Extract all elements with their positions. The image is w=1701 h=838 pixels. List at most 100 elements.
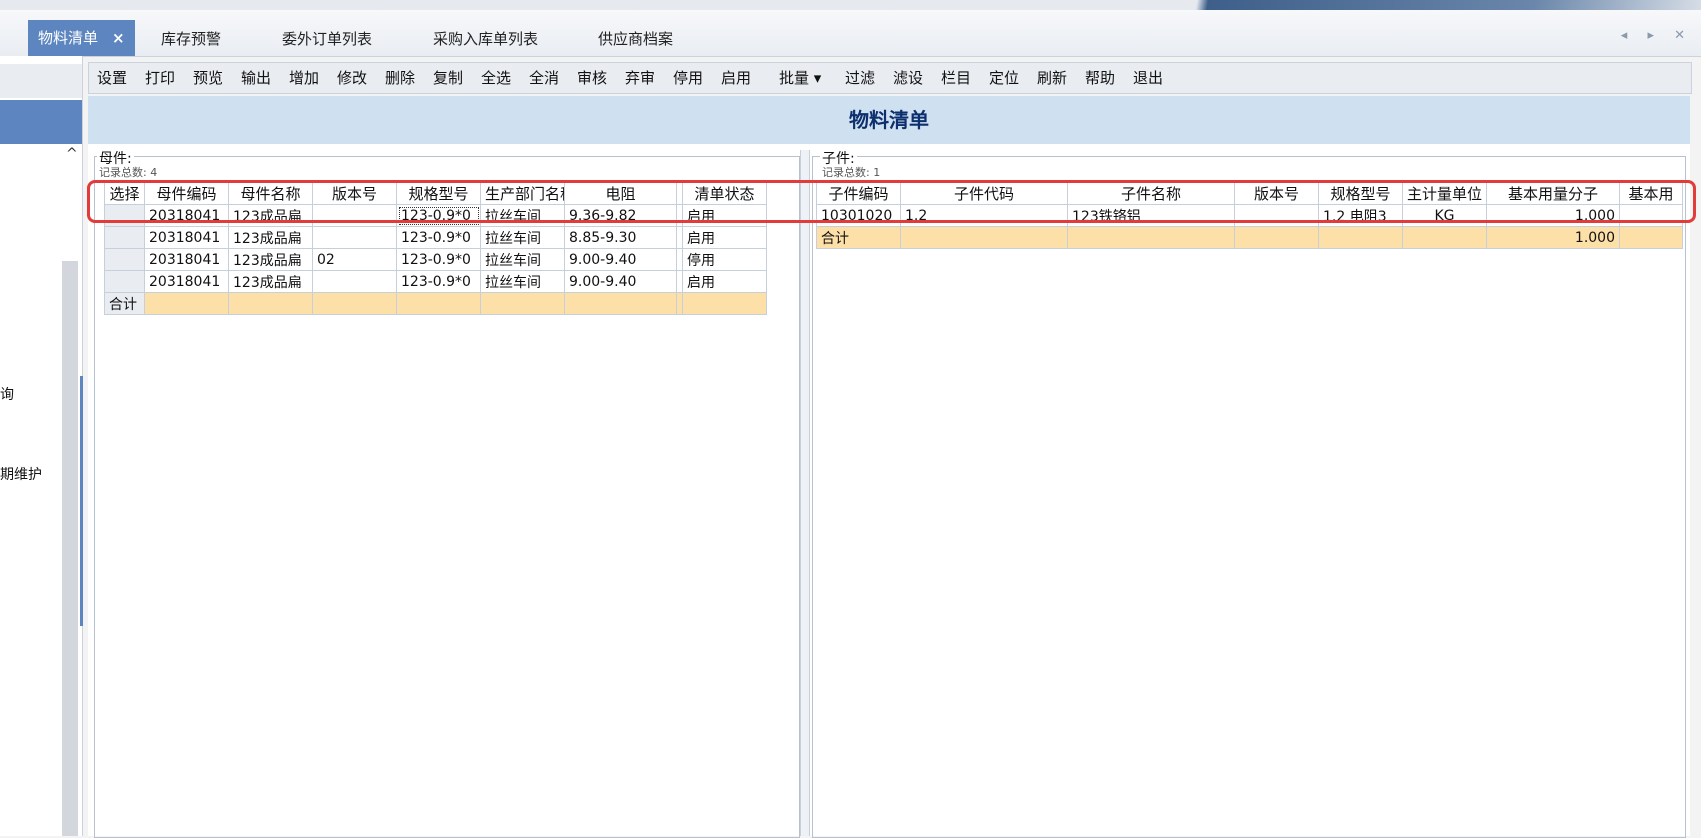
cell[interactable]: 20318041 xyxy=(144,204,229,227)
table-row[interactable]: 20318041 123成品扁 123-0.9*0 拉丝车间 9.36-9.82… xyxy=(104,204,767,227)
cell[interactable] xyxy=(312,270,397,293)
disable-button[interactable]: 停用 xyxy=(673,67,703,89)
scroll-up-icon[interactable]: ^ xyxy=(66,146,78,162)
cell[interactable]: 拉丝车间 xyxy=(480,248,565,271)
filter-button[interactable]: 过滤 xyxy=(845,67,875,89)
col-child-code[interactable]: 子件编码 xyxy=(816,182,901,205)
row-selector[interactable] xyxy=(104,204,145,227)
tab-inventory-warning[interactable]: 库存预警 xyxy=(161,22,221,56)
cell[interactable]: 20318041 xyxy=(144,248,229,271)
col-usage-numerator[interactable]: 基本用量分子 xyxy=(1486,182,1620,205)
cell[interactable]: 123-0.9*0 xyxy=(396,204,481,227)
col-parent-name[interactable]: 母件名称 xyxy=(228,182,313,205)
enable-button[interactable]: 启用 xyxy=(721,67,751,89)
col-usage-more[interactable]: 基本用 xyxy=(1619,182,1683,205)
cell[interactable]: 123成品扁 xyxy=(228,248,313,271)
pane-splitter[interactable] xyxy=(800,150,810,836)
col-unit[interactable]: 主计量单位 xyxy=(1402,182,1487,205)
cell[interactable]: 20318041 xyxy=(144,270,229,293)
col-parent-code[interactable]: 母件编码 xyxy=(144,182,229,205)
delete-button[interactable]: 删除 xyxy=(385,67,415,89)
nav-selected-band[interactable] xyxy=(0,100,82,144)
preview-button[interactable]: 预览 xyxy=(193,67,223,89)
tab-supplier-archive[interactable]: 供应商档案 xyxy=(598,22,673,56)
cell[interactable] xyxy=(312,204,397,227)
nav-item-period-maintenance[interactable]: 期维护 xyxy=(0,464,42,484)
col-resistance[interactable]: 电阻 xyxy=(564,182,677,205)
col-select[interactable]: 选择 xyxy=(104,182,145,205)
locate-button[interactable]: 定位 xyxy=(989,67,1019,89)
batch-dropdown-button[interactable]: 批量 ▾ xyxy=(779,67,821,89)
print-button[interactable]: 打印 xyxy=(145,67,175,89)
cell[interactable]: 9.36-9.82 xyxy=(564,204,677,227)
cell[interactable]: 拉丝车间 xyxy=(480,226,565,249)
col-department[interactable]: 生产部门名称 xyxy=(480,182,565,205)
cell[interactable] xyxy=(312,226,397,249)
row-selector[interactable] xyxy=(104,270,145,293)
cell[interactable]: 123成品扁 xyxy=(228,270,313,293)
deselect-all-button[interactable]: 全消 xyxy=(529,67,559,89)
filter-settings-button[interactable]: 滤设 xyxy=(893,67,923,89)
col-child-alias[interactable]: 子件代码 xyxy=(900,182,1068,205)
copy-button[interactable]: 复制 xyxy=(433,67,463,89)
cell[interactable]: 10301020 xyxy=(816,204,901,227)
cell[interactable]: 拉丝车间 xyxy=(480,270,565,293)
col-status[interactable]: 清单状态 xyxy=(682,182,767,205)
cell[interactable]: 拉丝车间 xyxy=(480,204,565,227)
exit-button[interactable]: 退出 xyxy=(1133,67,1163,89)
cell[interactable]: 123-0.9*0 xyxy=(396,226,481,249)
toolbar: 设置 打印 预览 输出 增加 修改 删除 复制 全选 全消 审核 弃审 停用 启… xyxy=(88,62,1692,94)
col-child-name[interactable]: 子件名称 xyxy=(1067,182,1235,205)
cell[interactable]: 123-0.9*0 xyxy=(396,248,481,271)
nav-scrollbar[interactable] xyxy=(62,261,78,836)
tab-outsourcing-orders[interactable]: 委外订单列表 xyxy=(282,22,372,56)
col-version[interactable]: 版本号 xyxy=(312,182,397,205)
table-row[interactable]: 10301020 1.2 123铁铬铝 1.2 电阻3 KG 1.000 xyxy=(816,204,1683,227)
cell[interactable]: 8.85-9.30 xyxy=(564,226,677,249)
nav-item-query[interactable]: 询 xyxy=(0,384,14,404)
columns-button[interactable]: 栏目 xyxy=(941,67,971,89)
cell[interactable]: 启用 xyxy=(682,204,767,227)
close-icon[interactable]: × xyxy=(112,29,125,47)
col-spec[interactable]: 规格型号 xyxy=(1318,182,1403,205)
export-button[interactable]: 输出 xyxy=(241,67,271,89)
unapprove-button[interactable]: 弃审 xyxy=(625,67,655,89)
tab-bom-list[interactable]: 物料清单 × xyxy=(28,20,135,56)
col-spec[interactable]: 规格型号 xyxy=(396,182,481,205)
top-strip xyxy=(0,0,1701,10)
approve-button[interactable]: 审核 xyxy=(577,67,607,89)
cell[interactable]: 启用 xyxy=(682,226,767,249)
cell[interactable]: 20318041 xyxy=(144,226,229,249)
cell[interactable] xyxy=(1619,204,1683,227)
edit-button[interactable]: 修改 xyxy=(337,67,367,89)
cell xyxy=(564,292,677,315)
help-button[interactable]: 帮助 xyxy=(1085,67,1115,89)
table-row[interactable]: 20318041 123成品扁 123-0.9*0 拉丝车间 9.00-9.40… xyxy=(104,270,767,293)
col-version[interactable]: 版本号 xyxy=(1234,182,1319,205)
panel-splitter[interactable] xyxy=(80,376,83,626)
select-all-button[interactable]: 全选 xyxy=(481,67,511,89)
row-selector[interactable] xyxy=(104,226,145,249)
cell[interactable]: 123-0.9*0 xyxy=(396,270,481,293)
add-button[interactable]: 增加 xyxy=(289,67,319,89)
cell[interactable]: 1.000 xyxy=(1486,204,1620,227)
cell[interactable]: 123成品扁 xyxy=(228,204,313,227)
cell[interactable]: 9.00-9.40 xyxy=(564,248,677,271)
cell[interactable]: 停用 xyxy=(682,248,767,271)
table-row[interactable]: 20318041 123成品扁 02 123-0.9*0 拉丝车间 9.00-9… xyxy=(104,248,767,271)
cell[interactable]: 1.2 电阻3 xyxy=(1318,204,1403,227)
cell[interactable]: 1.2 xyxy=(900,204,1068,227)
cell[interactable]: 启用 xyxy=(682,270,767,293)
cell[interactable]: 123铁铬铝 xyxy=(1067,204,1235,227)
settings-button[interactable]: 设置 xyxy=(97,67,127,89)
cell[interactable]: 02 xyxy=(312,248,397,271)
cell[interactable] xyxy=(1234,204,1319,227)
tab-purchase-receipts[interactable]: 采购入库单列表 xyxy=(433,22,538,56)
tab-scroll-controls[interactable]: ◂ ▸ ✕ xyxy=(1621,28,1693,43)
row-selector[interactable] xyxy=(104,248,145,271)
cell[interactable]: KG xyxy=(1402,204,1487,227)
table-row[interactable]: 20318041 123成品扁 123-0.9*0 拉丝车间 8.85-9.30… xyxy=(104,226,767,249)
cell[interactable]: 9.00-9.40 xyxy=(564,270,677,293)
refresh-button[interactable]: 刷新 xyxy=(1037,67,1067,89)
cell[interactable]: 123成品扁 xyxy=(228,226,313,249)
